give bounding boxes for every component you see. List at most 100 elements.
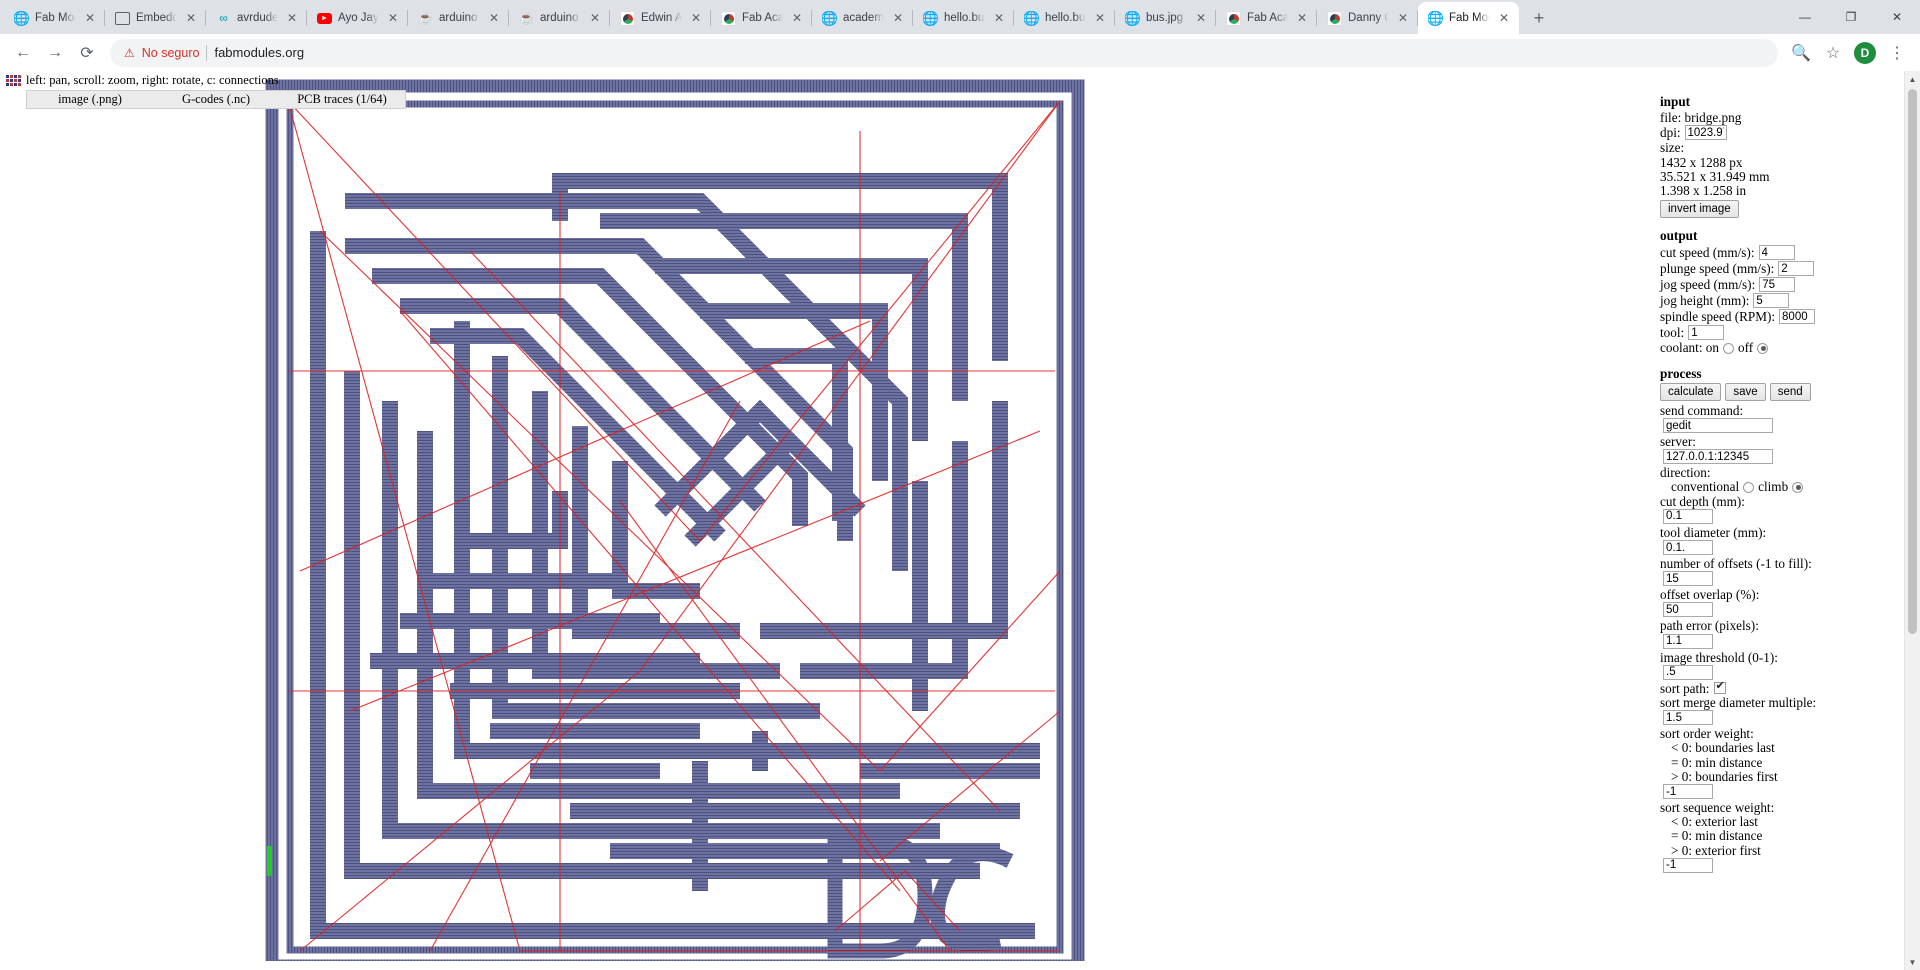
tab-close-icon[interactable]: ✕ <box>1294 10 1310 26</box>
calculate-button[interactable]: calculate <box>1660 382 1722 401</box>
back-button[interactable]: ← <box>8 38 38 68</box>
toolpath-viewer[interactable] <box>0 71 1660 970</box>
jog-height-input[interactable] <box>1753 293 1790 309</box>
path-error-label: path error (pixels): <box>1660 618 1759 634</box>
tab-close-icon[interactable]: ✕ <box>1395 10 1411 26</box>
new-tab-button[interactable]: + <box>1525 4 1553 32</box>
conventional-label: conventional <box>1671 479 1740 495</box>
plunge-speed-input[interactable] <box>1778 261 1815 277</box>
fabacademy-icon <box>721 10 736 26</box>
sort-path-checkbox[interactable] <box>1714 680 1727 695</box>
threshold-input[interactable] <box>1663 664 1713 680</box>
climb-radio[interactable] <box>1792 481 1804 493</box>
jog-speed-input[interactable] <box>1759 277 1796 293</box>
sort-seq-gt: > 0: exterior first <box>1671 842 1761 858</box>
browser-tab[interactable]: 🌐 hello.bus ✕ <box>913 2 1014 34</box>
coolant-on-radio[interactable] <box>1722 342 1734 354</box>
tab-close-icon[interactable]: ✕ <box>1496 10 1512 26</box>
browser-tab[interactable]: 🌐 academy ✕ <box>812 2 913 34</box>
browser-tab[interactable]: Embedde ✕ <box>105 2 206 34</box>
tab-close-icon[interactable]: ✕ <box>82 10 98 26</box>
mode-bar: image (.png) G-codes (.nc) PCB traces (1… <box>26 90 406 109</box>
scroll-up-arrow[interactable]: ▲ <box>1905 71 1920 87</box>
browser-window: 🌐 Fab Mod ✕ Embedde ✕ ∞ avrdude: ✕ ► Ayo Jay -… <box>0 0 1920 970</box>
browser-tab[interactable]: Edwin Al ✕ <box>610 2 711 34</box>
cut-depth-input[interactable] <box>1663 508 1713 524</box>
browser-tab[interactable]: 🌐 hello.bus ✕ <box>1014 2 1115 34</box>
tab-close-icon[interactable]: ✕ <box>890 10 906 26</box>
tab-pcb-traces[interactable]: PCB traces (1/64) <box>279 92 405 107</box>
browser-tab[interactable]: ► Ayo Jay - ✕ <box>307 2 408 34</box>
offsets-label: number of offsets (-1 to fill): <box>1660 556 1812 572</box>
tab-close-icon[interactable]: ✕ <box>284 10 300 26</box>
browser-tab[interactable]: 🌐 Fab Mod ✕ <box>4 2 105 34</box>
scroll-down-arrow[interactable]: ▼ <box>1905 954 1920 970</box>
tab-title: hello.bus <box>944 12 985 24</box>
coolant-label: coolant: on <box>1660 340 1719 356</box>
sort-order-gt: > 0: boundaries first <box>1671 768 1778 784</box>
browser-tab[interactable]: ☕ arduino - ✕ <box>408 2 509 34</box>
tab-close-icon[interactable]: ✕ <box>183 10 199 26</box>
tab-title: arduino - <box>540 12 581 24</box>
invert-image-button[interactable]: invert image <box>1660 200 1739 219</box>
browser-tab[interactable]: Fab Acad ✕ <box>711 2 812 34</box>
browser-tab-active[interactable]: 🌐 Fab Mod ✕ <box>1418 2 1519 34</box>
tab-close-icon[interactable]: ✕ <box>789 10 805 26</box>
spindle-speed-input[interactable] <box>1779 309 1816 325</box>
tool-input[interactable] <box>1688 325 1725 341</box>
forward-button[interactable]: → <box>40 38 70 68</box>
browser-tab[interactable]: ∞ avrdude: ✕ <box>206 2 307 34</box>
overlap-input[interactable] <box>1663 602 1713 618</box>
offsets-input[interactable] <box>1663 571 1713 587</box>
close-window-button[interactable]: ✕ <box>1874 0 1920 34</box>
path-error-input[interactable] <box>1663 633 1713 649</box>
sort-merge-input[interactable] <box>1663 710 1713 726</box>
sort-path-label: sort path: <box>1660 680 1710 696</box>
address-bar[interactable]: ⚠ No seguro fabmodules.org <box>110 38 1778 67</box>
browser-tab[interactable]: Danny C ✕ <box>1317 2 1418 34</box>
tab-close-icon[interactable]: ✕ <box>1092 10 1108 26</box>
browser-tab[interactable]: Fab Acad ✕ <box>1216 2 1317 34</box>
browser-tab[interactable]: ☕ arduino - ✕ <box>509 2 610 34</box>
reload-button[interactable]: ⟳ <box>72 38 102 68</box>
tool-diameter-input[interactable] <box>1663 540 1713 556</box>
sort-order-input[interactable] <box>1663 784 1713 800</box>
tab-image-png[interactable]: image (.png) <box>27 92 153 107</box>
tab-close-icon[interactable]: ✕ <box>688 10 704 26</box>
sort-merge-label: sort merge diameter multiple: <box>1660 695 1817 711</box>
coolant-off-radio[interactable] <box>1757 342 1769 354</box>
input-section-title: input <box>1660 94 1691 109</box>
tab-gcodes-nc[interactable]: G-codes (.nc) <box>153 92 279 107</box>
minimize-button[interactable]: — <box>1782 0 1828 34</box>
three-dot-menu-icon[interactable]: ⋮ <box>1882 38 1912 68</box>
send-command-input[interactable] <box>1663 418 1773 434</box>
tab-close-icon[interactable]: ✕ <box>385 10 401 26</box>
tab-close-icon[interactable]: ✕ <box>1193 10 1209 26</box>
server-input[interactable] <box>1663 449 1773 465</box>
sort-seq-input[interactable] <box>1663 857 1713 873</box>
tab-close-icon[interactable]: ✕ <box>587 10 603 26</box>
maximize-button[interactable]: ❐ <box>1828 0 1874 34</box>
toolpath-canvas[interactable] <box>0 71 1660 961</box>
browser-toolbar: ← → ⟳ ⚠ No seguro fabmodules.org 🔍 ☆ D ⋮ <box>0 34 1920 71</box>
browser-tab[interactable]: 🌐 bus.jpg (✕ <box>1115 2 1216 34</box>
send-button[interactable]: send <box>1769 382 1811 401</box>
tab-title: Edwin Al <box>641 12 682 24</box>
grid-icon <box>6 74 21 87</box>
tab-close-icon[interactable]: ✕ <box>991 10 1007 26</box>
dpi-input[interactable] <box>1684 125 1727 141</box>
search-icon[interactable]: 🔍 <box>1786 38 1816 68</box>
cut-speed-input[interactable] <box>1758 245 1795 261</box>
scrollbar-thumb[interactable] <box>1908 89 1917 634</box>
tab-close-icon[interactable]: ✕ <box>486 10 502 26</box>
conventional-radio[interactable] <box>1743 481 1755 493</box>
vertical-scrollbar[interactable]: ▲ ▼ <box>1904 71 1920 970</box>
tab-title: avrdude: <box>237 12 278 24</box>
coolant-off-label: off <box>1737 340 1754 356</box>
save-button[interactable]: save <box>1725 382 1766 401</box>
sort-order-eq: = 0: min distance <box>1671 754 1763 770</box>
dpi-row: dpi: <box>1660 125 1898 141</box>
star-icon[interactable]: ☆ <box>1818 38 1848 68</box>
avatar[interactable]: D <box>1854 41 1876 64</box>
warning-triangle-icon: ⚠ <box>124 45 135 60</box>
